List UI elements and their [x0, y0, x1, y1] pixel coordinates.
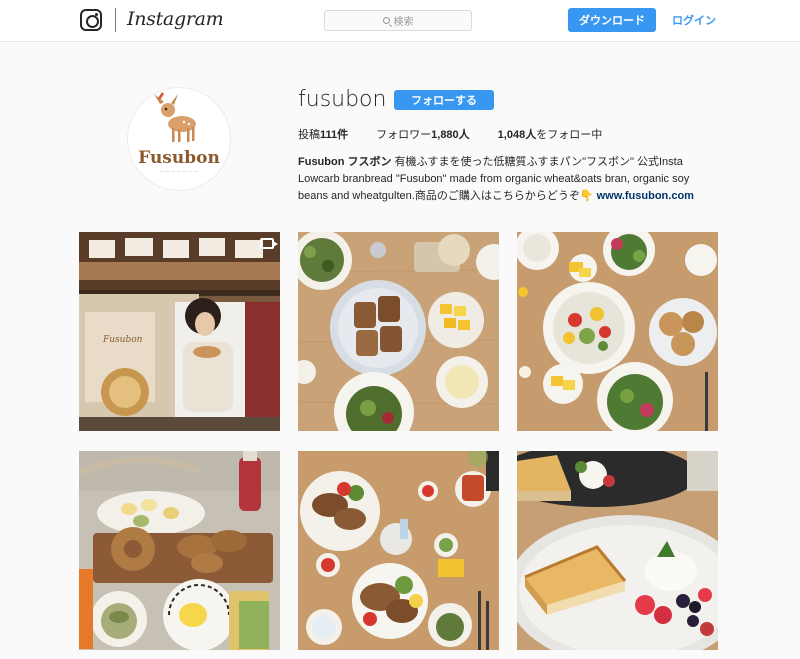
video-icon [260, 238, 278, 249]
following-label: をフォロー中 [536, 129, 603, 141]
post-photo-cheesecake [517, 451, 718, 650]
post-photo-bread-board [79, 451, 280, 650]
avatar-tagline: — — — — — — — [159, 168, 199, 173]
bio-name: Fusubon フスボン [298, 156, 392, 168]
post-photo-breakfast-spread [298, 451, 499, 650]
post-photo-bread-plate [298, 232, 499, 431]
search-icon [382, 17, 390, 24]
download-button[interactable]: ダウンロード [568, 8, 656, 32]
fawn-logo-icon [154, 92, 196, 142]
post-tile[interactable] [517, 451, 718, 650]
avatar-brand-text: Fusubon [138, 148, 220, 168]
svg-text:Fusubon: Fusubon [102, 335, 143, 345]
profile-bio: Fusubon フスボン 有機ふすまを使った低糖質ふすまパン"フスボン" 公式I… [298, 154, 720, 205]
profile-username: fusubon [298, 87, 387, 112]
bio-website-link[interactable]: www.fusubon.com [597, 190, 694, 202]
post-tile[interactable]: Fusubon [79, 232, 280, 431]
post-tile[interactable] [298, 232, 499, 431]
avatar: Fusubon — — — — — — — [127, 87, 231, 191]
profile-stats: 投稿111件 フォロワー1,880人 1,048人をフォロー中 [298, 126, 602, 142]
posts-stat: 投稿111件 [298, 126, 348, 142]
followers-count: 1,880人 [431, 129, 470, 141]
instagram-camera-icon[interactable] [80, 9, 102, 31]
top-navigation-bar: Instagram 検索 ダウンロード ログイン [0, 0, 800, 42]
followers-label: フォロワー [376, 129, 432, 141]
instagram-wordmark[interactable]: Instagram [127, 8, 224, 30]
posts-count: 111件 [320, 129, 349, 141]
logo-divider [115, 8, 116, 32]
post-photo-shop: Fusubon [79, 232, 280, 431]
post-tile[interactable] [517, 232, 718, 431]
post-photo-salad-table [517, 232, 718, 431]
search-placeholder: 検索 [393, 17, 414, 28]
following-stat[interactable]: 1,048人をフォロー中 [498, 126, 603, 142]
login-link[interactable]: ログイン [672, 12, 716, 28]
follow-button[interactable]: フォローする [394, 90, 494, 110]
post-tile[interactable] [298, 451, 499, 650]
following-count: 1,048人 [497, 129, 537, 141]
post-tile[interactable] [79, 451, 280, 650]
search-input[interactable]: 検索 [324, 10, 472, 31]
posts-label: 投稿 [298, 129, 320, 141]
followers-stat[interactable]: フォロワー1,880人 [376, 126, 470, 142]
